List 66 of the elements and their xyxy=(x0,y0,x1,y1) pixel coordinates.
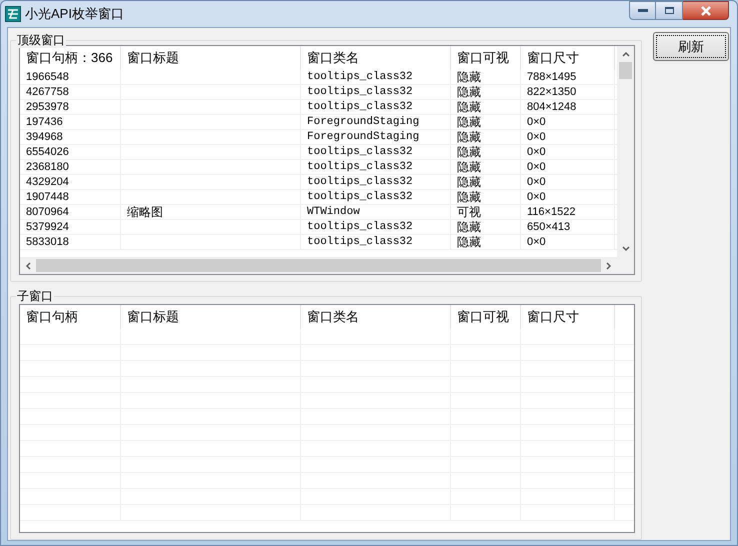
table-cell: 0×0 xyxy=(527,130,546,144)
table-cell: 1907448 xyxy=(26,190,69,204)
group-label: 顶级窗口 xyxy=(16,32,66,48)
table-cell: 0×0 xyxy=(527,175,546,189)
table-cell: tooltips_class32 xyxy=(307,70,413,84)
table-cell: tooltips_class32 xyxy=(307,145,413,159)
table-cell: 隐藏 xyxy=(457,160,481,174)
horizontal-scrollbar[interactable] xyxy=(20,257,634,274)
table-cell: 116×1522 xyxy=(527,205,576,219)
table-cell: 5379924 xyxy=(26,220,69,234)
chevron-icon xyxy=(25,262,31,270)
table-cell: 0×0 xyxy=(527,160,546,174)
table-cell: 0×0 xyxy=(527,115,546,129)
table-cell: 隐藏 xyxy=(457,115,481,129)
table-cell: 隐藏 xyxy=(457,85,481,99)
table-cell: 隐藏 xyxy=(457,235,481,249)
table-cell: tooltips_class32 xyxy=(307,175,413,189)
table-cell: 394968 xyxy=(26,130,63,144)
table-cell: 隐藏 xyxy=(457,190,481,204)
table-cell: tooltips_class32 xyxy=(307,160,413,174)
table-cell: 4267758 xyxy=(26,85,69,99)
chevron-icon xyxy=(622,246,630,252)
refresh-button[interactable]: 刷新 xyxy=(653,32,729,61)
table-cell: 6554026 xyxy=(26,145,69,159)
table-cell: 788×1495 xyxy=(527,70,576,84)
vertical-scrollbar[interactable] xyxy=(617,46,634,257)
table-cell: 2368180 xyxy=(26,160,69,174)
app-icon xyxy=(5,6,21,22)
table-cell: WTWindow xyxy=(307,205,360,219)
table-cell: 0×0 xyxy=(527,235,546,249)
table-cell: tooltips_class32 xyxy=(307,85,413,99)
table-cell: tooltips_class32 xyxy=(307,190,413,204)
maximize-button[interactable] xyxy=(656,1,683,20)
table-cell: 4329204 xyxy=(26,175,69,189)
scroll-thumb[interactable] xyxy=(36,259,601,272)
table-cell: 650×413 xyxy=(527,220,570,234)
table-cell: 隐藏 xyxy=(457,130,481,144)
table-cell: 822×1350 xyxy=(527,85,576,99)
table-cell: 隐藏 xyxy=(457,100,481,114)
table-cell: 隐藏 xyxy=(457,175,481,189)
table-cell: tooltips_class32 xyxy=(307,100,413,114)
chevron-icon xyxy=(622,51,630,57)
table-cell: 隐藏 xyxy=(457,70,481,84)
table-cell: 2953978 xyxy=(26,100,69,114)
table-cell: 隐藏 xyxy=(457,145,481,159)
table-cell: 0×0 xyxy=(527,145,546,159)
chevron-icon xyxy=(606,262,612,270)
table-cell: 8070964 xyxy=(26,205,69,219)
close-button[interactable] xyxy=(683,1,729,20)
table-cell: 1966548 xyxy=(26,70,69,84)
minimize-button[interactable] xyxy=(629,1,656,20)
scroll-thumb[interactable] xyxy=(619,62,632,79)
table-cell: 197436 xyxy=(26,115,63,129)
window-title: 小光API枚举窗口 xyxy=(25,5,124,24)
table-cell: ForegroundStaging xyxy=(307,115,420,129)
table-cell: 缩略图 xyxy=(127,205,163,219)
table-cell: 5833018 xyxy=(26,235,69,249)
table-cell: 804×1248 xyxy=(527,100,576,114)
table-cell: 隐藏 xyxy=(457,220,481,234)
table-cell: 可视 xyxy=(457,205,481,219)
close-icon xyxy=(700,6,712,16)
table-cell: tooltips_class32 xyxy=(307,220,413,234)
group-label: 子窗口 xyxy=(16,288,54,304)
table-cell: ForegroundStaging xyxy=(307,130,420,144)
table-cell: tooltips_class32 xyxy=(307,235,413,249)
table-cell: 0×0 xyxy=(527,190,546,204)
